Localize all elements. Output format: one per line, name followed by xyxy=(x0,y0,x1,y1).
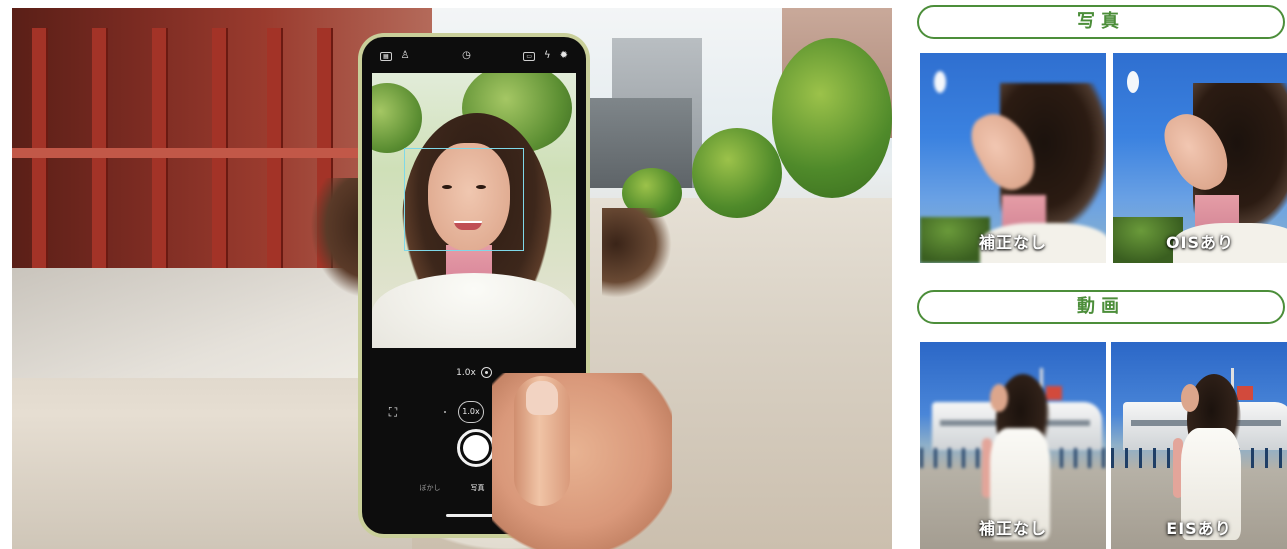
label-no-correction-video: 補正なし xyxy=(978,519,1047,538)
tree xyxy=(772,38,892,198)
ship-logo xyxy=(1237,386,1253,400)
viewfinder[interactable] xyxy=(372,73,576,348)
person-icon[interactable]: ♙ xyxy=(401,51,410,61)
mode-photo[interactable]: 写真 xyxy=(471,483,485,493)
ship-logo xyxy=(1046,386,1062,400)
mode-bokeh[interactable]: ぼかし xyxy=(420,483,441,493)
subject-shirt xyxy=(372,273,576,348)
hero-photo: ▦ ♙ ◷ ▭ ϟ ✹ 1.0x ⛶ 1.0x ぼかし 写真 xyxy=(12,8,892,549)
label-ois: OISあり xyxy=(1165,233,1235,252)
photo-section-title: 写真 xyxy=(917,5,1285,39)
camera-top-bar: ▦ ♙ ◷ ▭ ϟ ✹ xyxy=(362,45,586,67)
flash-icon[interactable]: ϟ xyxy=(544,51,551,61)
label-no-correction: 補正なし xyxy=(978,233,1047,252)
shutter-button[interactable] xyxy=(457,429,495,467)
video-with-eis: EISあり xyxy=(1111,342,1287,549)
photo-without-correction: 補正なし xyxy=(920,53,1106,263)
grid-icon[interactable]: ▦ xyxy=(380,51,392,61)
zoom-dot xyxy=(444,411,446,413)
timer-icon[interactable]: ◷ xyxy=(462,51,471,61)
subject-face xyxy=(1181,384,1199,412)
flying-hair xyxy=(602,208,672,298)
zoom-hint-label: 1.0x xyxy=(456,368,476,378)
face-detection-box xyxy=(404,148,524,251)
thumbnail-nail xyxy=(526,381,558,415)
cloud xyxy=(1127,71,1139,93)
photo-with-ois: OISあり xyxy=(1113,53,1287,263)
label-eis: EISあり xyxy=(1166,519,1232,538)
tree xyxy=(372,83,422,153)
lens-switch-icon[interactable] xyxy=(480,367,492,378)
tree xyxy=(692,128,782,218)
video-without-correction: 補正なし xyxy=(920,342,1106,549)
zoom-button[interactable]: 1.0x xyxy=(458,401,484,423)
aspect-icon[interactable]: ▭ xyxy=(523,51,535,61)
settings-icon[interactable]: ✹ xyxy=(560,51,568,61)
cloud xyxy=(934,71,946,93)
face-focus-icon[interactable]: ⛶ xyxy=(386,405,400,419)
subject-face xyxy=(990,384,1008,412)
video-section-title: 動画 xyxy=(917,290,1285,324)
